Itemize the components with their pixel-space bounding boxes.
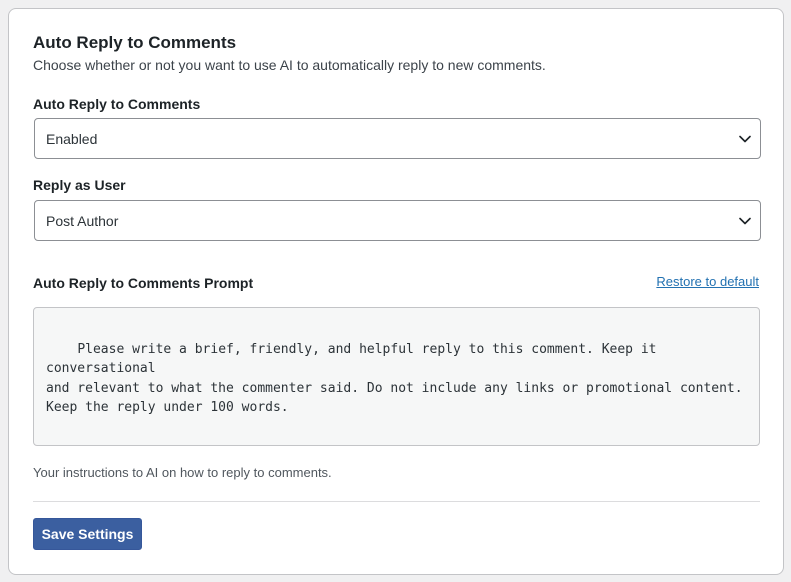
reply-as-user-label: Reply as User — [33, 177, 126, 193]
chevron-down-icon — [738, 132, 752, 146]
divider — [33, 501, 760, 502]
reply-as-user-select[interactable]: Post Author — [34, 200, 761, 241]
resize-handle-icon[interactable] — [748, 434, 758, 444]
chevron-down-icon — [738, 214, 752, 228]
save-settings-button[interactable]: Save Settings — [33, 518, 142, 550]
prompt-label: Auto Reply to Comments Prompt — [33, 275, 254, 291]
auto-reply-selected-value: Enabled — [46, 130, 98, 147]
restore-default-link[interactable]: Restore to default — [656, 274, 759, 289]
prompt-text: Please write a brief, friendly, and help… — [46, 341, 743, 416]
settings-card: Auto Reply to Comments Choose whether or… — [8, 8, 784, 575]
auto-reply-label: Auto Reply to Comments — [33, 96, 201, 112]
auto-reply-select[interactable]: Enabled — [34, 118, 761, 159]
section-title: Auto Reply to Comments — [33, 33, 237, 52]
section-description: Choose whether or not you want to use AI… — [33, 57, 546, 73]
reply-as-user-selected-value: Post Author — [46, 212, 119, 229]
prompt-help-text: Your instructions to AI on how to reply … — [33, 465, 332, 480]
prompt-textarea[interactable]: Please write a brief, friendly, and help… — [33, 307, 760, 446]
